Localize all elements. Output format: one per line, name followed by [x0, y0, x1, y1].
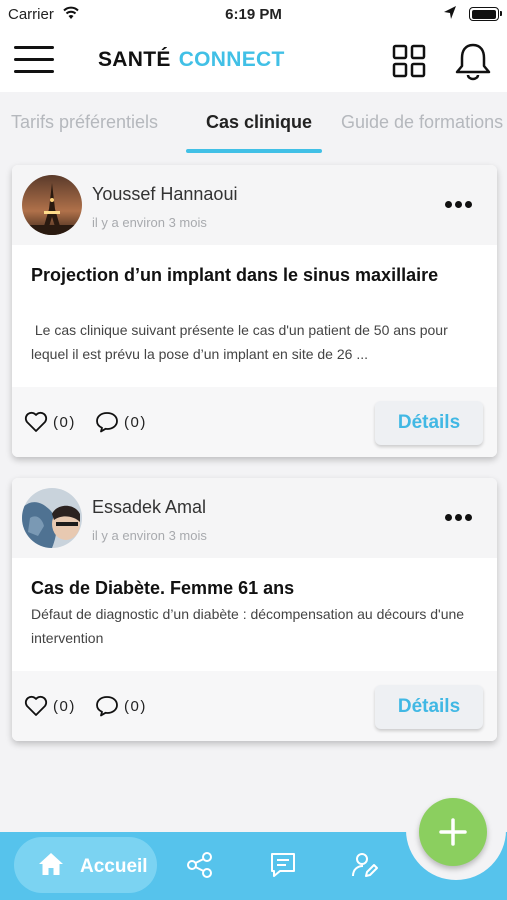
plus-icon: [439, 818, 467, 846]
post-footer: (0) (0) Détails: [12, 387, 497, 457]
logo-part-connect: CONNECT: [178, 48, 285, 71]
comment-count: (0): [124, 413, 147, 431]
menu-bar: [14, 58, 54, 61]
status-bar: Carrier 6:19 PM: [0, 0, 507, 30]
like-count: (0): [53, 413, 76, 431]
user-edit-icon[interactable]: [350, 850, 380, 880]
post-description: Le cas clinique suivant présente le cas …: [31, 322, 452, 362]
tab-guide-de-formations[interactable]: Guide de formations: [341, 112, 503, 133]
post-card: Essadek Amal il y a environ 3 mois Cas d…: [12, 478, 497, 741]
home-icon: [39, 853, 63, 875]
menu-button[interactable]: [14, 44, 56, 76]
bell-icon[interactable]: [453, 41, 493, 81]
menu-bar: [14, 46, 54, 49]
post-time: il y a environ 3 mois: [92, 528, 207, 543]
details-button[interactable]: Détails: [375, 685, 483, 729]
avatar[interactable]: [22, 175, 82, 235]
like-button[interactable]: (0): [24, 693, 76, 719]
location-arrow-icon: [444, 6, 456, 19]
post-title[interactable]: Projection d’un implant dans le sinus ma…: [31, 265, 438, 286]
battery-icon: [469, 7, 502, 21]
tab-cas-clinique[interactable]: Cas clinique: [206, 112, 312, 133]
active-tab-indicator: [186, 149, 322, 153]
post-author[interactable]: Essadek Amal: [92, 497, 206, 518]
menu-bar: [14, 70, 54, 73]
heart-icon: [24, 411, 48, 432]
post-header: Youssef Hannaoui il y a environ 3 mois: [12, 165, 497, 245]
post-card: Youssef Hannaoui il y a environ 3 mois P…: [12, 165, 497, 457]
app-logo: SANTÉ CONNECT: [98, 48, 285, 72]
logo-part-sante: SANTÉ: [98, 48, 171, 71]
avatar[interactable]: [22, 488, 82, 548]
post-description: Défaut de diagnostic d’un diabète : déco…: [31, 606, 465, 646]
comment-icon: [96, 696, 118, 717]
like-button[interactable]: (0): [24, 409, 76, 435]
heart-icon: [24, 695, 48, 716]
share-network-icon[interactable]: [185, 850, 215, 880]
post-author[interactable]: Youssef Hannaoui: [92, 184, 237, 205]
comment-icon: [96, 412, 118, 433]
app-header: SANTÉ CONNECT: [0, 30, 507, 92]
post-time: il y a environ 3 mois: [92, 215, 207, 230]
comment-count: (0): [124, 697, 147, 715]
clock: 6:19 PM: [225, 6, 282, 23]
tab-tarifs-preferentiels[interactable]: Tarifs préférentiels: [11, 112, 158, 133]
tab-bar: Tarifs préférentiels Cas clinique Guide …: [0, 92, 507, 154]
post-title[interactable]: Cas de Diabète. Femme 61 ans: [31, 578, 294, 599]
nav-item-accueil[interactable]: Accueil: [14, 837, 157, 893]
more-options-icon[interactable]: [445, 201, 473, 209]
message-icon[interactable]: [268, 850, 298, 880]
nav-label-accueil: Accueil: [80, 856, 148, 877]
add-post-button[interactable]: [419, 798, 487, 866]
comment-button[interactable]: (0): [95, 409, 147, 435]
like-count: (0): [53, 697, 76, 715]
post-header: Essadek Amal il y a environ 3 mois: [12, 478, 497, 558]
details-button[interactable]: Détails: [375, 401, 483, 445]
more-options-icon[interactable]: [445, 514, 473, 522]
grid-icon[interactable]: [392, 44, 426, 78]
post-footer: (0) (0) Détails: [12, 671, 497, 741]
comment-button[interactable]: (0): [95, 693, 147, 719]
